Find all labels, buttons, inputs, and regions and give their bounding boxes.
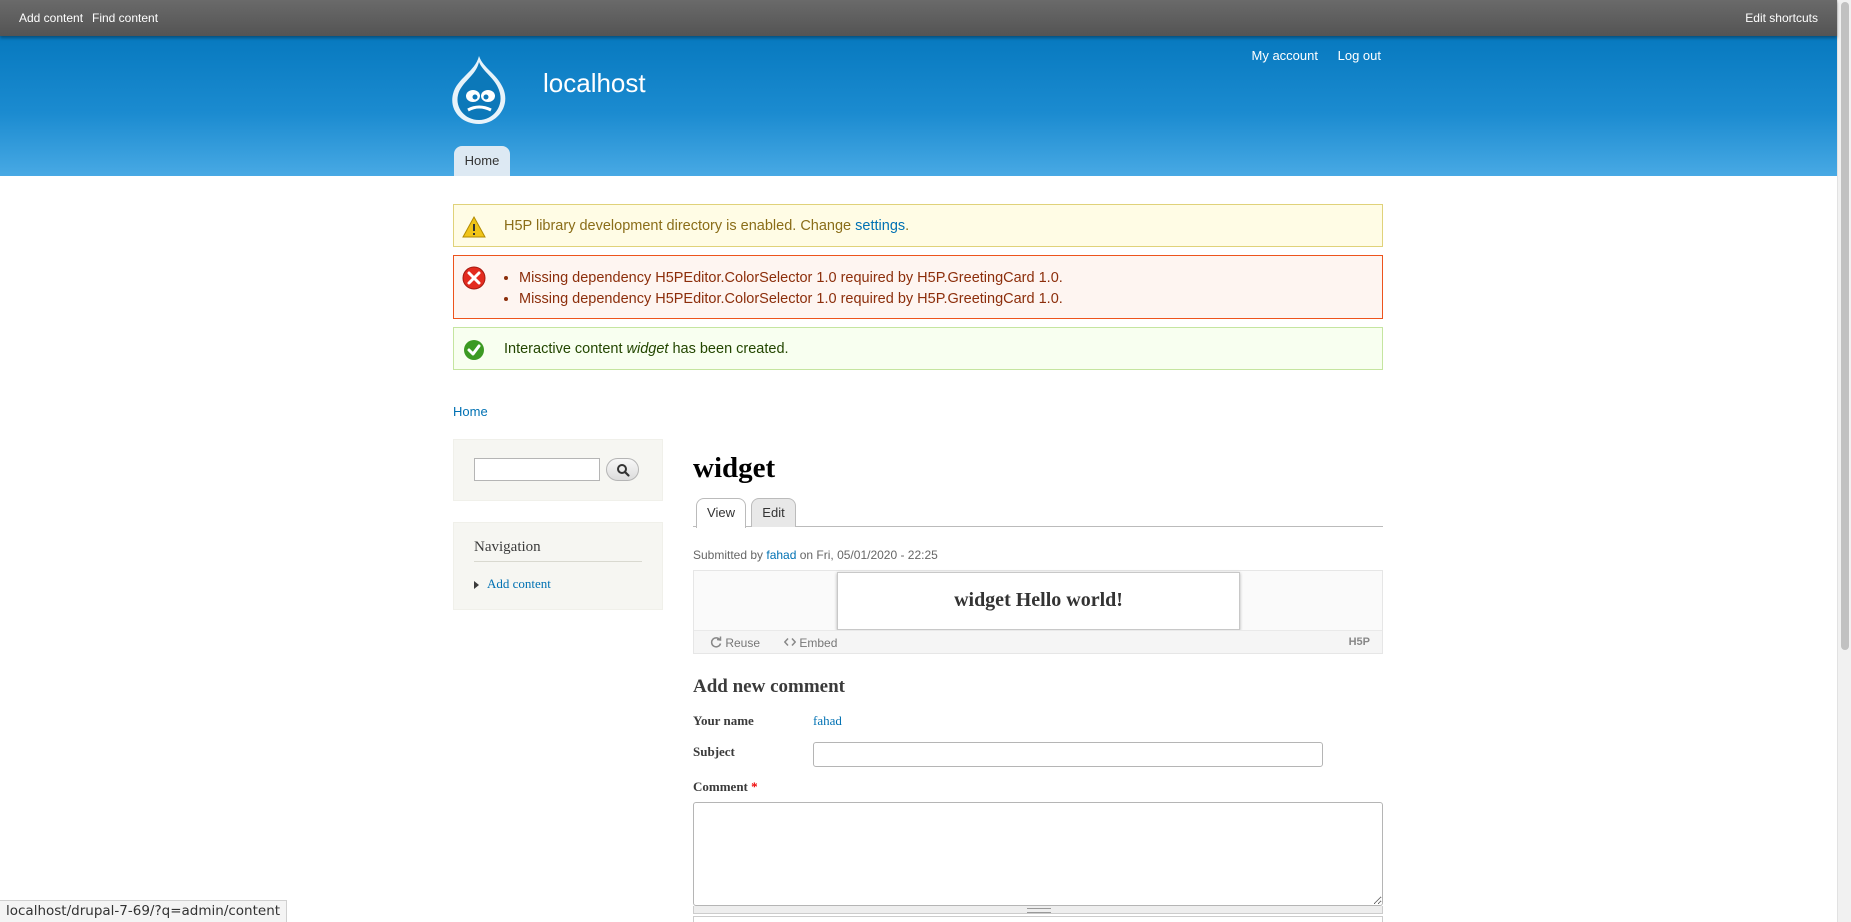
node-tabs: View Edit — [693, 498, 1383, 528]
add-comment-title: Add new comment — [693, 676, 845, 697]
triangle-right-icon — [474, 581, 479, 590]
search-icon — [617, 464, 630, 477]
navigation-title: Navigation — [474, 539, 642, 562]
comment-label: Comment * — [693, 779, 758, 794]
warning-message: H5P library development directory is ena… — [453, 204, 1383, 247]
error-item: Missing dependency H5PEditor.ColorSelect… — [519, 268, 1063, 289]
toolbar-add-content-link[interactable]: Add content — [19, 11, 83, 25]
textarea-resize-grip[interactable] — [693, 906, 1383, 914]
status-text: Interactive content widget has been crea… — [504, 341, 789, 357]
main-menu-home-tab[interactable]: Home — [454, 146, 510, 176]
greeting-card: widget Hello world! — [837, 572, 1240, 630]
subject-label: Subject — [693, 744, 735, 759]
error-list: Missing dependency H5PEditor.ColorSelect… — [519, 268, 1063, 310]
page-scrollbar[interactable] — [1837, 0, 1851, 922]
search-block — [453, 439, 663, 501]
code-icon — [783, 637, 797, 647]
warning-icon — [462, 215, 486, 238]
your-name-label: Your name — [693, 713, 754, 728]
author-link[interactable]: fahad — [766, 548, 796, 562]
h5p-content-frame: widget Hello world! Reuse Embed H5P — [693, 570, 1383, 654]
required-mark: * — [751, 779, 758, 794]
h5p-logo-icon[interactable]: H5P — [1349, 636, 1370, 648]
error-item: Missing dependency H5PEditor.ColorSelect… — [519, 289, 1063, 310]
log-out-link[interactable]: Log out — [1338, 48, 1381, 63]
breadcrumb-home-link[interactable]: Home — [453, 404, 488, 419]
nav-add-content-link[interactable]: Add content — [487, 576, 551, 591]
secondary-menu: My account Log out — [1236, 48, 1381, 63]
warning-text: H5P library development directory is ena… — [504, 218, 910, 234]
tab-view[interactable]: View — [696, 498, 746, 528]
page-title: widget — [693, 452, 776, 484]
your-name-link[interactable]: fahad — [813, 713, 842, 729]
toolbar-edit-shortcuts-link[interactable]: Edit shortcuts — [1745, 11, 1818, 25]
drupal-logo-icon[interactable] — [449, 54, 511, 126]
status-bar-url: localhost/drupal-7-69/?q=admin/content — [0, 900, 288, 922]
status-message: Interactive content widget has been crea… — [453, 327, 1383, 370]
tab-edit[interactable]: Edit — [751, 498, 796, 527]
site-header: localhost My account Log out Home — [0, 36, 1837, 176]
search-input[interactable] — [474, 458, 600, 481]
site-name-link[interactable]: localhost — [543, 68, 646, 99]
nav-item-add-content: Add content — [474, 576, 551, 592]
subject-input[interactable] — [813, 742, 1323, 767]
submitted-info: Submitted by fahad on Fri, 05/01/2020 - … — [693, 548, 938, 562]
navigation-block: Navigation Add content — [453, 522, 663, 610]
embed-button[interactable]: Embed — [783, 636, 837, 650]
comment-textarea[interactable] — [693, 802, 1383, 906]
error-message: Missing dependency H5PEditor.ColorSelect… — [453, 255, 1383, 319]
my-account-link[interactable]: My account — [1252, 48, 1318, 63]
toolbar-find-content-link[interactable]: Find content — [92, 11, 158, 25]
h5p-actions-bar: Reuse Embed H5P — [694, 630, 1382, 653]
search-button[interactable] — [606, 458, 639, 481]
admin-toolbar: Add content Find content Edit shortcuts — [0, 0, 1837, 36]
scrollbar-thumb[interactable] — [1841, 2, 1849, 650]
check-icon — [464, 340, 484, 360]
settings-link[interactable]: settings — [855, 218, 905, 234]
error-icon — [462, 266, 486, 290]
editor-toolbar-edge — [693, 916, 1383, 922]
reuse-button[interactable]: Reuse — [710, 636, 760, 650]
refresh-icon — [710, 636, 722, 648]
